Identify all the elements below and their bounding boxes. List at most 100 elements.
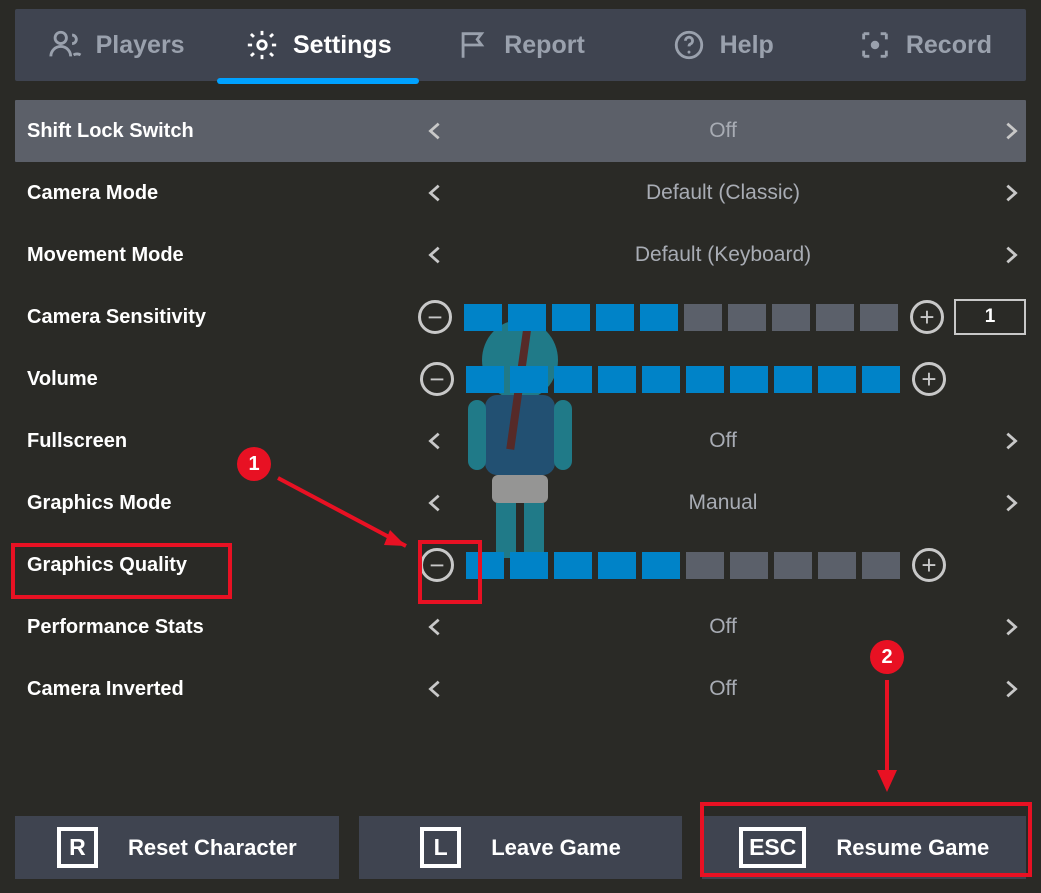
setting-control: Manual [420, 488, 1026, 518]
setting-value: Default (Classic) [450, 181, 996, 205]
next-graphics_mode-button[interactable] [996, 488, 1026, 518]
setting-row-shift_lock: Shift Lock SwitchOff [15, 100, 1026, 162]
tab-record[interactable]: Record [824, 9, 1026, 81]
slider-cell [818, 366, 856, 393]
slider-cell [598, 552, 636, 579]
setting-control: −+ [418, 299, 1026, 335]
tab-help[interactable]: Help [622, 9, 824, 81]
setting-label: Camera Sensitivity [15, 306, 418, 329]
annotation-box-graphics-quality [11, 543, 232, 599]
decrease-camera_sens-button[interactable]: − [418, 300, 452, 334]
slider-cell [552, 304, 590, 331]
tab-settings[interactable]: Settings [217, 9, 419, 81]
gear-icon [245, 28, 279, 62]
button-label: Leave Game [491, 835, 621, 861]
setting-row-camera_mode: Camera Mode Default (Classic) [15, 162, 1026, 224]
slider-cell [862, 366, 900, 393]
next-fullscreen-button[interactable] [996, 426, 1026, 456]
slider-cell [596, 304, 634, 331]
slider-cell [860, 304, 898, 331]
slider-cell [730, 552, 768, 579]
setting-value: Manual [450, 491, 996, 515]
increase-camera_sens-button[interactable]: + [910, 300, 944, 334]
prev-graphics_mode-button[interactable] [420, 488, 450, 518]
reset-character-button[interactable]: R Reset Character [15, 816, 339, 879]
prev-camera_mode-button[interactable] [420, 178, 450, 208]
hotkey-badge: R [57, 827, 98, 868]
setting-control: Off [420, 612, 1026, 642]
slider-cell [554, 552, 592, 579]
setting-label: Fullscreen [15, 430, 420, 453]
setting-row-fullscreen: Fullscreen Off [15, 410, 1026, 472]
setting-control: −+ [420, 362, 1026, 396]
setting-value: Off [450, 429, 996, 453]
prev-perf_stats-button[interactable] [420, 612, 450, 642]
setting-label: Camera Mode [15, 182, 420, 205]
slider-cell [466, 366, 504, 393]
prev-camera_inverted-button[interactable] [420, 674, 450, 704]
button-label: Reset Character [128, 835, 297, 861]
prev-shift_lock-button[interactable] [420, 116, 450, 146]
slider-cell [774, 366, 812, 393]
slider-cell [730, 366, 768, 393]
setting-label: Shift Lock Switch [15, 120, 420, 143]
setting-control: Off [420, 116, 1026, 146]
hotkey-badge: L [420, 827, 461, 868]
prev-movement_mode-button[interactable] [420, 240, 450, 270]
tab-players[interactable]: Players [15, 9, 217, 81]
tab-label: Help [720, 31, 774, 60]
slider-cell [598, 366, 636, 393]
setting-row-graphics_mode: Graphics Mode Manual [15, 472, 1026, 534]
slider-cell [464, 304, 502, 331]
slider-cell [510, 552, 548, 579]
annotation-callout-1: 1 [237, 447, 271, 481]
setting-value: Default (Keyboard) [450, 243, 996, 267]
flag-icon [456, 28, 490, 62]
slider-cell [642, 552, 680, 579]
slider-cell [818, 552, 856, 579]
annotation-box-minus [418, 540, 482, 604]
slider-cell [772, 304, 810, 331]
decrease-volume-button[interactable]: − [420, 362, 454, 396]
slider-camera_sens[interactable] [464, 304, 898, 331]
setting-row-camera_sens: Camera Sensitivity−+ [15, 286, 1026, 348]
tab-label: Players [96, 31, 185, 60]
next-camera_mode-button[interactable] [996, 178, 1026, 208]
next-shift_lock-button[interactable] [996, 116, 1026, 146]
slider-cell [728, 304, 766, 331]
slider-cell [554, 366, 592, 393]
tab-label: Record [906, 31, 992, 60]
setting-label: Volume [15, 368, 420, 391]
tab-report[interactable]: Report [419, 9, 621, 81]
setting-row-movement_mode: Movement Mode Default (Keyboard) [15, 224, 1026, 286]
setting-value: Off [450, 615, 996, 639]
annotation-box-resume [700, 802, 1032, 877]
slider-cell [684, 304, 722, 331]
tab-label: Settings [293, 31, 392, 60]
increase-graphics_quality-button[interactable]: + [912, 548, 946, 582]
next-movement_mode-button[interactable] [996, 240, 1026, 270]
leave-game-button[interactable]: L Leave Game [359, 816, 683, 879]
slider-cell [816, 304, 854, 331]
slider-cell [686, 552, 724, 579]
setting-label: Movement Mode [15, 244, 420, 267]
next-camera_inverted-button[interactable] [996, 674, 1026, 704]
record-icon [858, 28, 892, 62]
slider-cell [640, 304, 678, 331]
tab-bar: Players Settings Report Help Record [15, 9, 1026, 81]
slider-graphics_quality[interactable] [466, 552, 900, 579]
setting-control: Default (Keyboard) [420, 240, 1026, 270]
setting-label: Graphics Mode [15, 492, 420, 515]
slider-cell [686, 366, 724, 393]
settings-panel: Shift Lock SwitchOffCamera ModeDefault (… [15, 100, 1026, 720]
setting-label: Performance Stats [15, 616, 420, 639]
next-perf_stats-button[interactable] [996, 612, 1026, 642]
slider-volume[interactable] [466, 366, 900, 393]
slider-cell [774, 552, 812, 579]
players-icon [48, 28, 82, 62]
increase-volume-button[interactable]: + [912, 362, 946, 396]
camera_sens-input[interactable] [954, 299, 1026, 335]
setting-control: Default (Classic) [420, 178, 1026, 208]
prev-fullscreen-button[interactable] [420, 426, 450, 456]
setting-control: Off [420, 426, 1026, 456]
